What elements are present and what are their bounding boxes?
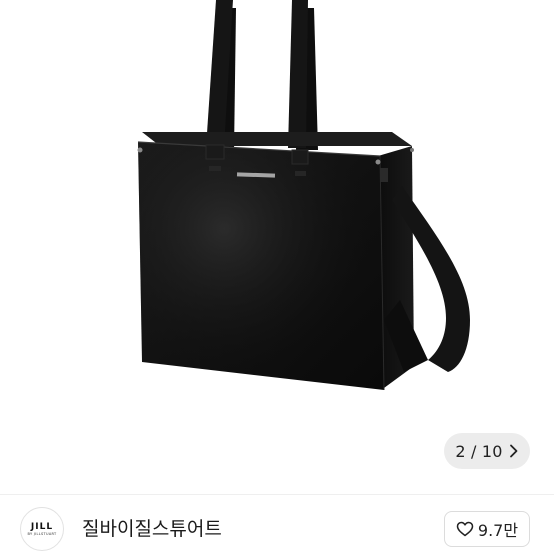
like-button[interactable]: 9.7만: [444, 511, 530, 547]
like-count: 9.7만: [477, 521, 519, 540]
product-image: [137, 0, 470, 391]
seller-bar: JILL BY JILLSTUART 질바이질스튜어트 9.7만: [0, 494, 554, 554]
seller-name[interactable]: 질바이질스튜어트: [82, 514, 222, 541]
avatar-logo-main: JILL: [30, 521, 54, 532]
product-image-gallery[interactable]: 2 / 10: [0, 0, 554, 494]
seller-avatar[interactable]: JILL BY JILLSTUART: [20, 507, 64, 551]
product-page: 2 / 10 JILL BY JILLSTUART 질바이질스튜어트 9.7만: [0, 0, 554, 554]
chevron-right-icon: [509, 444, 518, 458]
avatar-logo-sub: BY JILLSTUART: [27, 531, 57, 536]
heart-outline-icon: [456, 521, 474, 537]
image-page-counter[interactable]: 2 / 10: [444, 433, 530, 469]
image-page-counter-text: 2 / 10: [455, 441, 503, 461]
